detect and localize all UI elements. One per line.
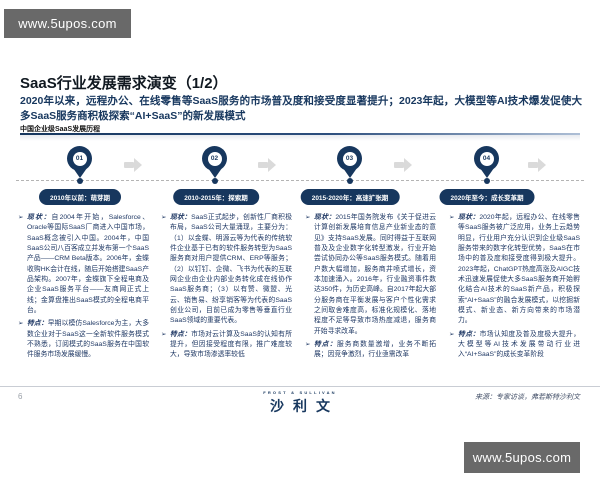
- bullet-body: 2020年起，远程办公、在线零售等SaaS服务被广泛应用，业务上云趋势明显，行业…: [458, 214, 580, 325]
- bullet-item: ➢ 现状：2015年国务院发布《关于促进云计算创新发展培育信息产业新业态的意见》…: [305, 213, 436, 337]
- stage-column-3: ➢ 现状：2015年国务院发布《关于促进云计算创新发展培育信息产业新业态的意见》…: [305, 213, 436, 364]
- stage-pill-3: 2015-2020年：高速扩张期: [300, 189, 400, 205]
- stage-number: 02: [207, 151, 222, 166]
- footer-divider: [0, 386, 600, 387]
- bullet-text: 现状：SaaS正式起步，创新性厂商积极布局，SaaS公司大量涌现，主要分为：（1…: [170, 213, 292, 327]
- arrow-right-icon: [528, 158, 546, 172]
- bullet-item: ➢ 现状：SaaS正式起步，创新性厂商积极布局，SaaS公司大量涌现，主要分为：…: [161, 213, 292, 327]
- source-note: 来源：专家访谈，弗若斯特沙利文: [475, 394, 580, 401]
- bullet-arrow-icon: ➢: [305, 214, 311, 221]
- page-title: SaaS行业发展需求演变（1/2）: [20, 75, 228, 92]
- arrow-right-icon: [124, 158, 142, 172]
- stage-number: 04: [479, 151, 494, 166]
- bullet-arrow-icon: ➢: [161, 330, 167, 338]
- arrow-right-icon: [258, 158, 276, 172]
- bullet-arrow-icon: ➢: [18, 320, 24, 328]
- arrow-right-icon: [394, 158, 412, 172]
- page-subtitle: 2020年以来，远程办公、在线零售等SaaS服务的市场普及度和接受度显著提升；2…: [20, 95, 582, 122]
- watermark-bottom: www.5upos.com: [464, 442, 580, 473]
- bullet-label: 现状：: [314, 214, 336, 221]
- bullet-item: ➢ 特点：早期以模仿Salesforce为主，大多数企业对于SaaS这一全新软件…: [18, 319, 149, 360]
- bullet-item: ➢ 特点：市场对云计算及SaaS的认知有所提升，但因接受程度有限，推广难度较大，…: [161, 330, 292, 361]
- bullet-body: 自2004年开始，Salesforce、Oracle等国际SaaS厂商进入中国市…: [27, 214, 149, 314]
- bullet-label: 特点：: [27, 320, 48, 328]
- bullet-text: 现状：自2004年开始，Salesforce、Oracle等国际SaaS厂商进入…: [27, 213, 149, 316]
- stage-column-2: ➢ 现状：SaaS正式起步，创新性厂商积极布局，SaaS公司大量涌现，主要分为：…: [161, 213, 292, 364]
- bullet-arrow-icon: ➢: [305, 340, 311, 348]
- bullet-label: 现状：: [458, 214, 480, 221]
- bullet-text: 特点：早期以模仿Salesforce为主，大多数企业对于SaaS这一全新软件服务…: [27, 319, 149, 360]
- stage-pill-4: 2020年至今：成长变革期: [439, 189, 535, 205]
- pin-tail-icon: [480, 168, 494, 178]
- bullet-arrow-icon: ➢: [18, 214, 24, 221]
- bullet-label: 特点：: [170, 330, 192, 338]
- timeline-dot-2: [212, 178, 218, 184]
- bullet-item: ➢ 现状：2020年起，远程办公、在线零售等SaaS服务被广泛应用，业务上云趋势…: [449, 213, 580, 327]
- bullet-body: SaaS正式起步，创新性厂商积极布局，SaaS公司大量涌现，主要分为：（1）以金…: [170, 214, 292, 325]
- pin-tail-icon: [343, 168, 357, 178]
- bullet-text: 现状：2020年起，远程办公、在线零售等SaaS服务被广泛应用，业务上云趋势明显…: [458, 213, 580, 327]
- bullet-text: 特点：市场认知度及普及度极大提升，大模型等AI技术发展带动行业进入“AI+Saa…: [458, 330, 580, 361]
- bullet-arrow-icon: ➢: [449, 214, 455, 221]
- bullet-arrow-icon: ➢: [161, 214, 167, 221]
- pin-tail-icon: [73, 168, 87, 178]
- timeline-dot-3: [347, 178, 353, 184]
- bullet-item: ➢ 特点：服务商数量激增，业务不断拓展；因竞争激烈，行业亟需改革: [305, 340, 436, 361]
- watermark-top: www.5upos.com: [4, 9, 131, 38]
- bullet-text: 现状：2015年国务院发布《关于促进云计算创新发展培育信息产业新业态的意见》支持…: [314, 213, 436, 337]
- bullet-arrow-icon: ➢: [449, 330, 455, 338]
- bullet-text: 特点：服务商数量激增，业务不断拓展；因竞争激烈，行业亟需改革: [314, 340, 436, 361]
- pin-tail-icon: [208, 168, 222, 178]
- bullet-label: 现状：: [27, 214, 52, 221]
- timeline-dot-1: [77, 178, 83, 184]
- bullet-item: ➢ 现状：自2004年开始，Salesforce、Oracle等国际SaaS厂商…: [18, 213, 149, 316]
- stage-column-4: ➢ 现状：2020年起，远程办公、在线零售等SaaS服务被广泛应用，业务上云趋势…: [449, 213, 580, 364]
- stage-pill-1: 2010年以前：萌芽期: [39, 189, 121, 205]
- bullet-label: 特点：: [458, 330, 480, 338]
- stage-number: 03: [342, 151, 357, 166]
- timeline-dot-4: [484, 178, 490, 184]
- stage-column-1: ➢ 现状：自2004年开始，Salesforce、Oracle等国际SaaS厂商…: [18, 213, 149, 364]
- bullet-item: ➢ 特点：市场认知度及普及度极大提升，大模型等AI技术发展带动行业进入“AI+S…: [449, 330, 580, 361]
- bullet-label: 现状：: [170, 214, 192, 221]
- bullet-body: 2015年国务院发布《关于促进云计算创新发展培育信息产业新业态的意见》支持Saa…: [314, 214, 436, 335]
- bullet-text: 特点：市场对云计算及SaaS的认知有所提升，但因接受程度有限，推广难度较大，导致…: [170, 330, 292, 361]
- bullet-label: 特点：: [314, 340, 338, 348]
- timeline-shade: [20, 135, 580, 141]
- stage-number: 01: [72, 151, 87, 166]
- stage-pill-2: 2010-2015年：探索期: [173, 189, 259, 205]
